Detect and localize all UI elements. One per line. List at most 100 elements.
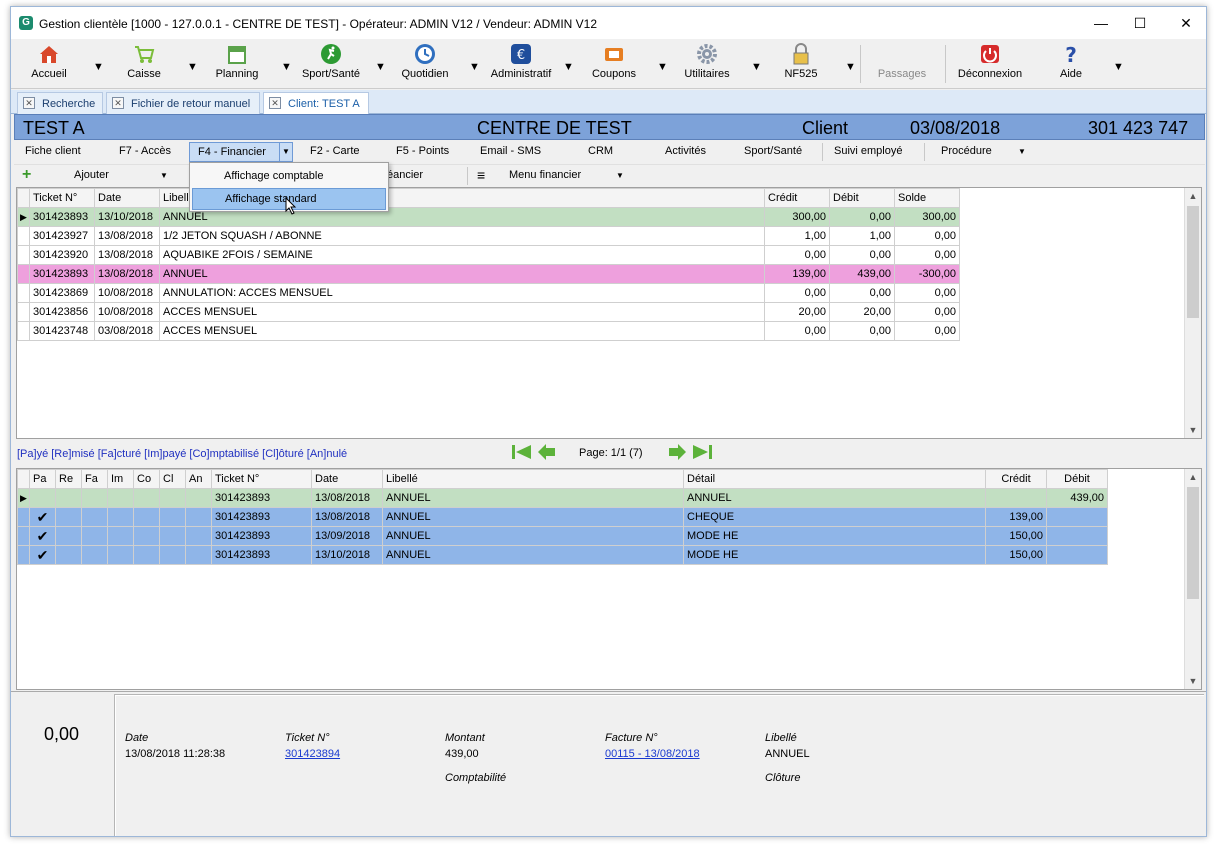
table-row[interactable]: ✔ 301423893 13/10/2018 ANNUEL MODE HE 150,00	[17, 545, 1108, 565]
chevron-down-icon[interactable]: ▼	[375, 61, 386, 73]
table-row[interactable]: ✔ 301423893 13/09/2018 ANNUEL MODE HE 150,00	[17, 526, 1108, 546]
chevron-down-icon[interactable]: ▼	[563, 61, 574, 73]
column-header[interactable]: Date	[94, 188, 160, 208]
scroll-up-icon[interactable]: ▲	[1185, 188, 1201, 204]
column-header[interactable]: An	[185, 469, 212, 489]
column-header[interactable]: Solde	[894, 188, 960, 208]
menu-activites[interactable]: Activités	[665, 145, 706, 157]
chevron-down-icon[interactable]: ▼	[469, 61, 480, 73]
column-header[interactable]: Débit	[829, 188, 895, 208]
close-icon[interactable]: ✕	[112, 97, 124, 109]
column-header[interactable]: Co	[133, 469, 160, 489]
column-header[interactable]: Date	[311, 469, 383, 489]
close-button[interactable]: ✕	[1171, 13, 1201, 33]
close-icon[interactable]: ✕	[269, 97, 281, 109]
toolbar-quotidien-button[interactable]: Quotidien	[394, 43, 456, 85]
vertical-scrollbar[interactable]: ▲ ▼	[1184, 469, 1201, 689]
table-row[interactable]: 301423893 13/08/2018 ANNUEL 139,00 439,00 -30…	[17, 264, 960, 284]
close-icon[interactable]: ✕	[23, 97, 35, 109]
table-row[interactable]: 301423748 03/08/2018 ACCES MENSUEL 0,00 0,00…	[17, 321, 960, 341]
chevron-down-icon[interactable]: ▼	[1018, 147, 1026, 156]
menu-acces[interactable]: F7 - Accès	[119, 145, 171, 157]
column-header[interactable]: Pa	[29, 469, 56, 489]
toolbar-planning-button[interactable]: Planning	[206, 43, 268, 85]
table-row[interactable]: 301423869 10/08/2018 ANNULATION: ACCES MEN…	[17, 283, 960, 303]
column-header[interactable]: Détail	[683, 469, 986, 489]
scroll-thumb[interactable]	[1187, 206, 1199, 318]
column-header[interactable]: Libellé	[382, 469, 684, 489]
financial-grid[interactable]: Ticket N° Date Libellé Crédit Débit Sold…	[16, 187, 1202, 439]
table-row[interactable]: 301423927 13/08/2018 1/2 JETON SQUASH / AB…	[17, 226, 960, 246]
dropdown-affichage-comptable[interactable]: Affichage comptable	[192, 166, 386, 188]
add-icon[interactable]: +	[22, 166, 31, 184]
invoice-link[interactable]: 00115 - 13/08/2018	[605, 748, 700, 760]
tab-client[interactable]: ✕ Client: TEST A	[263, 92, 369, 114]
menu-carte[interactable]: F2 - Carte	[310, 145, 360, 157]
maximize-button[interactable]: ☐	[1125, 13, 1155, 33]
menu-financier[interactable]: F4 - Financier ▼	[189, 142, 293, 162]
toolbar-nf525-button[interactable]: NF525	[776, 43, 826, 85]
chevron-down-icon[interactable]: ▼	[160, 171, 168, 180]
last-page-icon[interactable]	[691, 443, 713, 461]
ticket-link[interactable]: 301423894	[285, 748, 340, 760]
home-icon	[40, 46, 58, 63]
menu-fiche-client[interactable]: Fiche client	[25, 145, 81, 157]
tab-fichier-retour[interactable]: ✕ Fichier de retour manuel	[106, 92, 260, 114]
menu-procedure[interactable]: Procédure	[941, 145, 992, 157]
column-header[interactable]: Crédit	[985, 469, 1047, 489]
column-header[interactable]: Cl	[159, 469, 186, 489]
chevron-down-icon[interactable]: ▼	[751, 61, 762, 73]
table-row[interactable]: ✔ 301423893 13/08/2018 ANNUEL CHEQUE 139,00	[17, 507, 1108, 527]
toolbar-caisse-button[interactable]: Caisse	[116, 43, 172, 85]
vertical-scrollbar[interactable]: ▲ ▼	[1184, 188, 1201, 438]
toolbar-passages-button[interactable]: Passages	[871, 43, 933, 85]
tab-recherche[interactable]: ✕ Recherche	[17, 92, 103, 114]
table-row[interactable]: 301423856 10/08/2018 ACCES MENSUEL 20,00 20,…	[17, 302, 960, 322]
scroll-down-icon[interactable]: ▼	[1185, 673, 1201, 689]
table-row[interactable]: ▶ 301423893 13/10/2018 ANNUEL 300,00 0,00 300,…	[17, 207, 960, 227]
column-header[interactable]: Ticket N°	[29, 188, 95, 208]
menu-sport-sante[interactable]: Sport/Santé	[744, 145, 802, 157]
schedule-button[interactable]: éancier	[387, 169, 423, 181]
add-button[interactable]: Ajouter	[74, 169, 109, 181]
scroll-thumb[interactable]	[1187, 487, 1199, 599]
chevron-down-icon[interactable]: ▼	[657, 61, 668, 73]
scroll-down-icon[interactable]: ▼	[1185, 422, 1201, 438]
toolbar-coupons-button[interactable]: Coupons	[586, 43, 642, 85]
first-page-icon[interactable]	[511, 443, 533, 461]
next-page-icon[interactable]	[667, 443, 687, 461]
chevron-down-icon[interactable]: ▼	[187, 61, 198, 73]
toolbar-deconnexion-button[interactable]: Déconnexion	[951, 43, 1029, 85]
table-row[interactable]: 301423920 13/08/2018 AQUABIKE 2FOIS / SEMA…	[17, 245, 960, 265]
chevron-down-icon[interactable]: ▼	[93, 61, 104, 73]
column-header[interactable]: Re	[55, 469, 82, 489]
status-flag-cell	[185, 507, 212, 527]
chevron-down-icon[interactable]: ▼	[279, 142, 293, 162]
column-header[interactable]: Crédit	[764, 188, 830, 208]
column-header[interactable]: Fa	[81, 469, 108, 489]
table-row[interactable]: ▶ 301423893 13/08/2018 ANNUEL ANNUEL 439,00	[17, 488, 1108, 508]
toolbar-administratif-button[interactable]: € Administratif	[481, 43, 561, 85]
menu-email-sms[interactable]: Email - SMS	[480, 145, 541, 157]
row-selector-cell	[17, 283, 30, 303]
previous-page-icon[interactable]	[537, 443, 557, 461]
toolbar-aide-button[interactable]: ? Aide	[1051, 43, 1091, 85]
financial-menu-button[interactable]: Menu financier	[509, 169, 581, 181]
toolbar-accueil-button[interactable]: Accueil	[21, 43, 77, 85]
chevron-down-icon[interactable]: ▼	[845, 61, 856, 73]
chevron-down-icon[interactable]: ▼	[616, 171, 624, 180]
menu-suivi-employe[interactable]: Suivi employé	[834, 145, 902, 157]
scroll-up-icon[interactable]: ▲	[1185, 469, 1201, 485]
chevron-down-icon[interactable]: ▼	[1113, 61, 1124, 73]
column-header[interactable]: Débit	[1046, 469, 1108, 489]
menu-icon[interactable]: ≡	[477, 167, 485, 183]
column-header[interactable]: Im	[107, 469, 134, 489]
menu-crm[interactable]: CRM	[588, 145, 613, 157]
toolbar-utilitaires-button[interactable]: Utilitaires	[676, 43, 738, 85]
chevron-down-icon[interactable]: ▼	[281, 61, 292, 73]
toolbar-sport-button[interactable]: Sport/Santé	[296, 43, 366, 85]
column-header[interactable]: Ticket N°	[211, 469, 312, 489]
minimize-button[interactable]: —	[1086, 13, 1116, 33]
menu-points[interactable]: F5 - Points	[396, 145, 449, 157]
payment-grid[interactable]: Pa Re Fa Im Co Cl An Ticket N° Date Libe…	[16, 468, 1202, 690]
